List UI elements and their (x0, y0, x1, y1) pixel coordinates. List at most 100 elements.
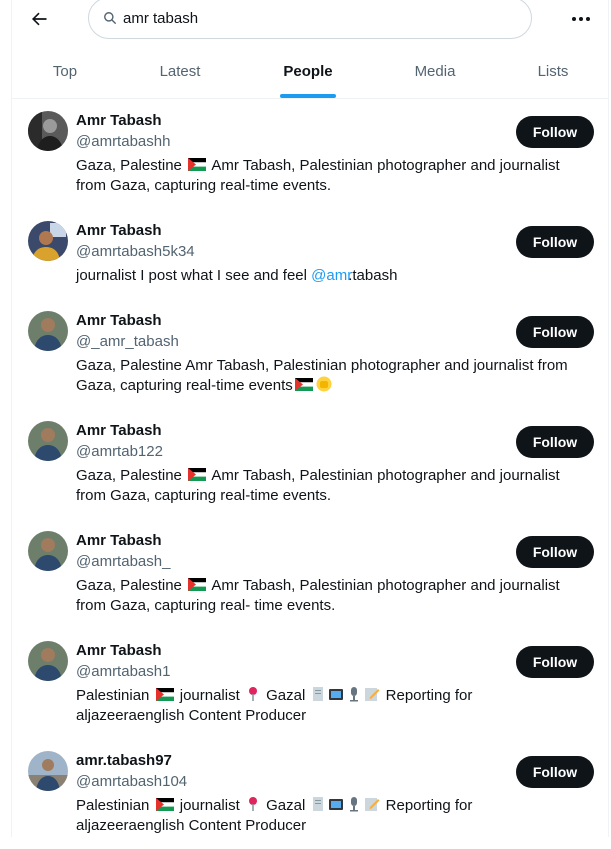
television-icon (329, 689, 344, 700)
search-icon (104, 12, 116, 24)
user-cell[interactable]: amr.tabash97 @amrtabash104 Follow Palest… (12, 739, 608, 849)
search-input[interactable] (123, 8, 503, 28)
user-bio: Gaza, Palestine Amr Tabash, Palestinian … (76, 156, 596, 196)
bio-text: Amr Tabash, Palestinian photographer and… (211, 577, 560, 594)
avatar[interactable] (28, 751, 68, 791)
search-tabs: Top Latest People Media Lists (12, 44, 608, 99)
user-cell[interactable]: Amr Tabash @amrtabash1 Follow Palestinia… (12, 629, 608, 739)
document-icon (313, 797, 324, 811)
profile-photo-icon (28, 111, 68, 151)
arrow-left-icon (32, 12, 47, 26)
tab-label: Lists (537, 62, 569, 80)
bio-text: from Gaza, capturing real-time events. (76, 487, 332, 504)
user-bio: Palestinian journalist Gazal Reporting f… (76, 686, 596, 726)
bio-text: Gazal (266, 687, 306, 704)
bio-text: journalist (179, 687, 240, 704)
display-name[interactable]: Amr Tabash (76, 112, 162, 129)
follow-button[interactable]: Follow (516, 426, 594, 458)
bio-text: Gazal (266, 797, 306, 814)
search-header (0, 0, 611, 44)
palestine-flag-icon (155, 798, 174, 811)
profile-photo-icon (28, 531, 68, 571)
user-bio: Gaza, Palestine Amr Tabash, Palestinian … (76, 576, 596, 616)
follow-button[interactable]: Follow (516, 116, 594, 148)
user-bio: Gaza, Palestine Amr Tabash, Palestinian … (76, 356, 596, 396)
profile-photo-icon (28, 751, 68, 791)
avatar[interactable] (28, 111, 68, 151)
user-cell[interactable]: Amr Tabash @_amr_tabash Follow Gaza, Pal… (12, 299, 608, 409)
user-bio: journalist I post what I see and feel @a… (76, 266, 596, 286)
user-handle[interactable]: @amrtabash104 (76, 773, 187, 790)
memo-icon (365, 688, 380, 701)
follow-button[interactable]: Follow (516, 226, 594, 258)
avatar[interactable] (28, 531, 68, 571)
bio-text: from Gaza, capturing real- time events. (76, 597, 336, 614)
document-icon (313, 687, 324, 701)
follow-button[interactable]: Follow (516, 646, 594, 678)
user-bio: Palestinian journalist Gazal Reporting f… (76, 796, 596, 836)
display-name[interactable]: Amr Tabash (76, 312, 162, 329)
user-cell[interactable]: Amr Tabash @amrtabash5k34 Follow journal… (12, 209, 608, 299)
bio-text: journalist I post what I see and feel (76, 267, 307, 284)
profile-photo-icon (28, 641, 68, 681)
palestine-flag-icon (188, 158, 207, 171)
palestine-flag-icon (294, 378, 313, 391)
back-button[interactable] (24, 4, 54, 34)
tab-lists[interactable]: Lists (496, 44, 610, 98)
user-cell[interactable]: Amr Tabash @amrtabashh Follow Gaza, Pale… (12, 99, 608, 209)
mention-link[interactable]: @amr (311, 267, 352, 284)
bio-text: Amr Tabash, Palestinian photographer and… (211, 157, 560, 174)
tab-label: People (283, 62, 333, 80)
user-handle[interactable]: @_amr_tabash (76, 333, 179, 350)
tab-media[interactable]: Media (374, 44, 496, 98)
avatar[interactable] (28, 641, 68, 681)
avatar[interactable] (28, 311, 68, 351)
profile-photo-icon (28, 221, 68, 261)
user-handle[interactable]: @amrtabash5k34 (76, 243, 195, 260)
user-handle[interactable]: @amrtabashh (76, 133, 170, 150)
bio-text: aljazeeraenglish Content Producer (76, 817, 307, 834)
follow-button[interactable]: Follow (516, 316, 594, 348)
user-bio: Gaza, Palestine Amr Tabash, Palestinian … (76, 466, 596, 506)
bio-text: Reporting for (385, 797, 473, 814)
display-name[interactable]: Amr Tabash (76, 532, 162, 549)
tab-label: Top (52, 62, 78, 80)
bio-text: Reporting for (385, 687, 473, 704)
tab-latest[interactable]: Latest (118, 44, 242, 98)
follow-button[interactable]: Follow (516, 756, 594, 788)
user-handle[interactable]: @amrtabash1 (76, 663, 170, 680)
bio-text: Gaza, Palestine Amr Tabash, Palestinian … (76, 357, 568, 374)
user-handle[interactable]: @amrtabash_ (76, 553, 170, 570)
user-handle[interactable]: @amrtab122 (76, 443, 163, 460)
display-name[interactable]: Amr Tabash (76, 422, 162, 439)
round-pushpin-icon (248, 797, 257, 811)
bio-text: Palestinian (76, 797, 150, 814)
follow-button[interactable]: Follow (516, 536, 594, 568)
user-cell[interactable]: Amr Tabash @amrtab122 Follow Gaza, Pales… (12, 409, 608, 519)
tab-top[interactable]: Top (12, 44, 118, 98)
bio-text: Gaza, capturing real-time events (76, 377, 293, 394)
more-options-button[interactable] (566, 8, 596, 30)
display-name[interactable]: Amr Tabash (76, 642, 162, 659)
display-name[interactable]: Amr Tabash (76, 222, 162, 239)
palestine-flag-icon (155, 688, 174, 701)
avatar[interactable] (28, 221, 68, 261)
tab-people[interactable]: People (242, 44, 374, 98)
memo-icon (365, 798, 380, 811)
round-pushpin-icon (248, 687, 257, 701)
profile-photo-icon (28, 311, 68, 351)
avatar[interactable] (28, 421, 68, 461)
profile-photo-icon (28, 421, 68, 461)
search-box[interactable] (88, 0, 532, 39)
display-name[interactable]: amr.tabash97 (76, 752, 172, 769)
bio-text: Gaza, Palestine (76, 577, 182, 594)
bio-text: from Gaza, capturing real-time events. (76, 177, 332, 194)
bio-text: Amr Tabash, Palestinian photographer and… (211, 467, 560, 484)
active-tab-indicator (280, 94, 336, 98)
bio-text: aljazeeraenglish Content Producer (76, 707, 307, 724)
microphone-icon (350, 687, 359, 702)
bio-text: Gaza, Palestine (76, 467, 182, 484)
palestine-flag-icon (188, 468, 207, 481)
user-cell[interactable]: Amr Tabash @amrtabash_ Follow Gaza, Pale… (12, 519, 608, 629)
bio-text: .tabash (348, 267, 398, 284)
